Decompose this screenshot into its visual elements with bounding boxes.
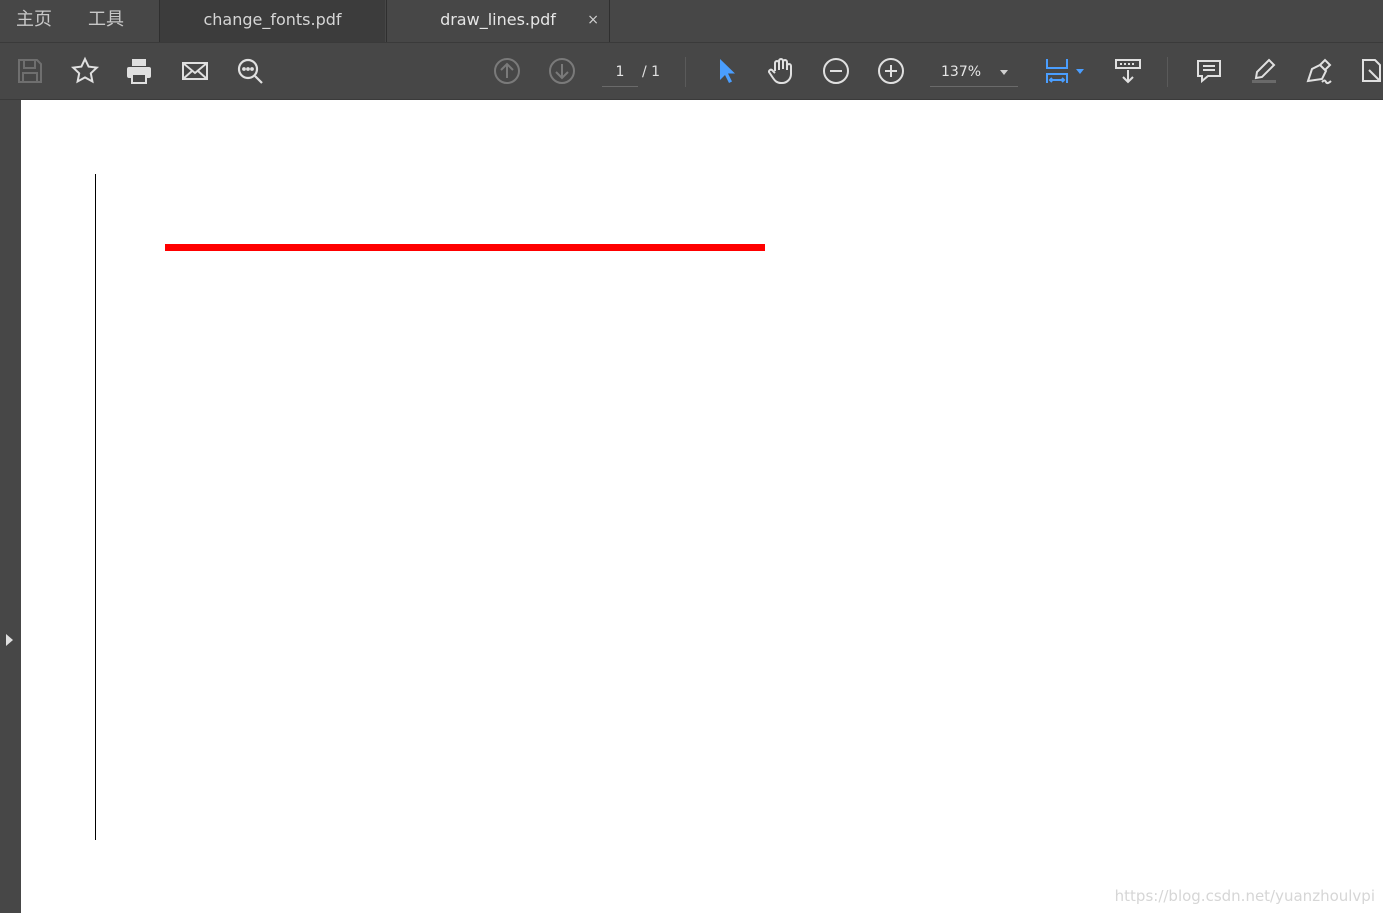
zoom-value: 137%	[941, 64, 982, 80]
email-icon[interactable]	[179, 55, 211, 87]
save-icon[interactable]	[14, 55, 46, 87]
scroll-mode-icon[interactable]	[1112, 55, 1144, 87]
toolbar-divider	[685, 57, 686, 87]
zoom-in-icon[interactable]	[875, 55, 907, 87]
sign-icon[interactable]	[1303, 55, 1335, 87]
tools-tab[interactable]: 工具	[88, 0, 124, 42]
chevron-down-icon	[1000, 70, 1008, 75]
zoom-level-select[interactable]: 137%	[930, 59, 1018, 87]
zoom-out-icon[interactable]	[820, 55, 852, 87]
navigation-pane-strip	[0, 100, 21, 913]
page-total: / 1	[642, 64, 661, 80]
document-page: https://blog.csdn.net/yuanzhoulvpi	[21, 100, 1383, 913]
expand-pane-icon[interactable]	[6, 634, 13, 646]
select-cursor-icon[interactable]	[710, 55, 742, 87]
tab-label: change_fonts.pdf	[203, 10, 342, 29]
comment-icon[interactable]	[1193, 55, 1225, 87]
vertical-black-line	[95, 174, 96, 840]
home-tab[interactable]: 主页	[16, 0, 52, 42]
toolbar-divider	[1167, 57, 1168, 87]
search-icon[interactable]	[234, 55, 266, 87]
tab-label: draw_lines.pdf	[440, 10, 556, 29]
hand-icon[interactable]	[765, 55, 797, 87]
tab-change-fonts[interactable]: change_fonts.pdf	[160, 0, 385, 42]
close-tab-button[interactable]: ×	[587, 0, 599, 40]
fit-page-icon[interactable]	[1042, 55, 1074, 87]
page-up-icon[interactable]	[491, 55, 523, 87]
highlight-pen-icon[interactable]	[1248, 55, 1280, 87]
page-number-input[interactable]: 1	[602, 59, 638, 87]
tab-draw-lines[interactable]: draw_lines.pdf ×	[386, 0, 610, 42]
bookmark-star-icon[interactable]	[69, 55, 101, 87]
export-icon[interactable]	[1356, 55, 1383, 87]
tab-bar: 主页 工具 change_fonts.pdf draw_lines.pdf ×	[0, 0, 1383, 42]
horizontal-red-line	[165, 244, 765, 251]
chevron-down-icon[interactable]	[1072, 55, 1088, 87]
watermark-text: https://blog.csdn.net/yuanzhoulvpi	[1114, 887, 1375, 905]
toolbar: 1 / 1 137%	[0, 42, 1383, 100]
print-icon[interactable]	[123, 55, 155, 87]
page-down-icon[interactable]	[546, 55, 578, 87]
